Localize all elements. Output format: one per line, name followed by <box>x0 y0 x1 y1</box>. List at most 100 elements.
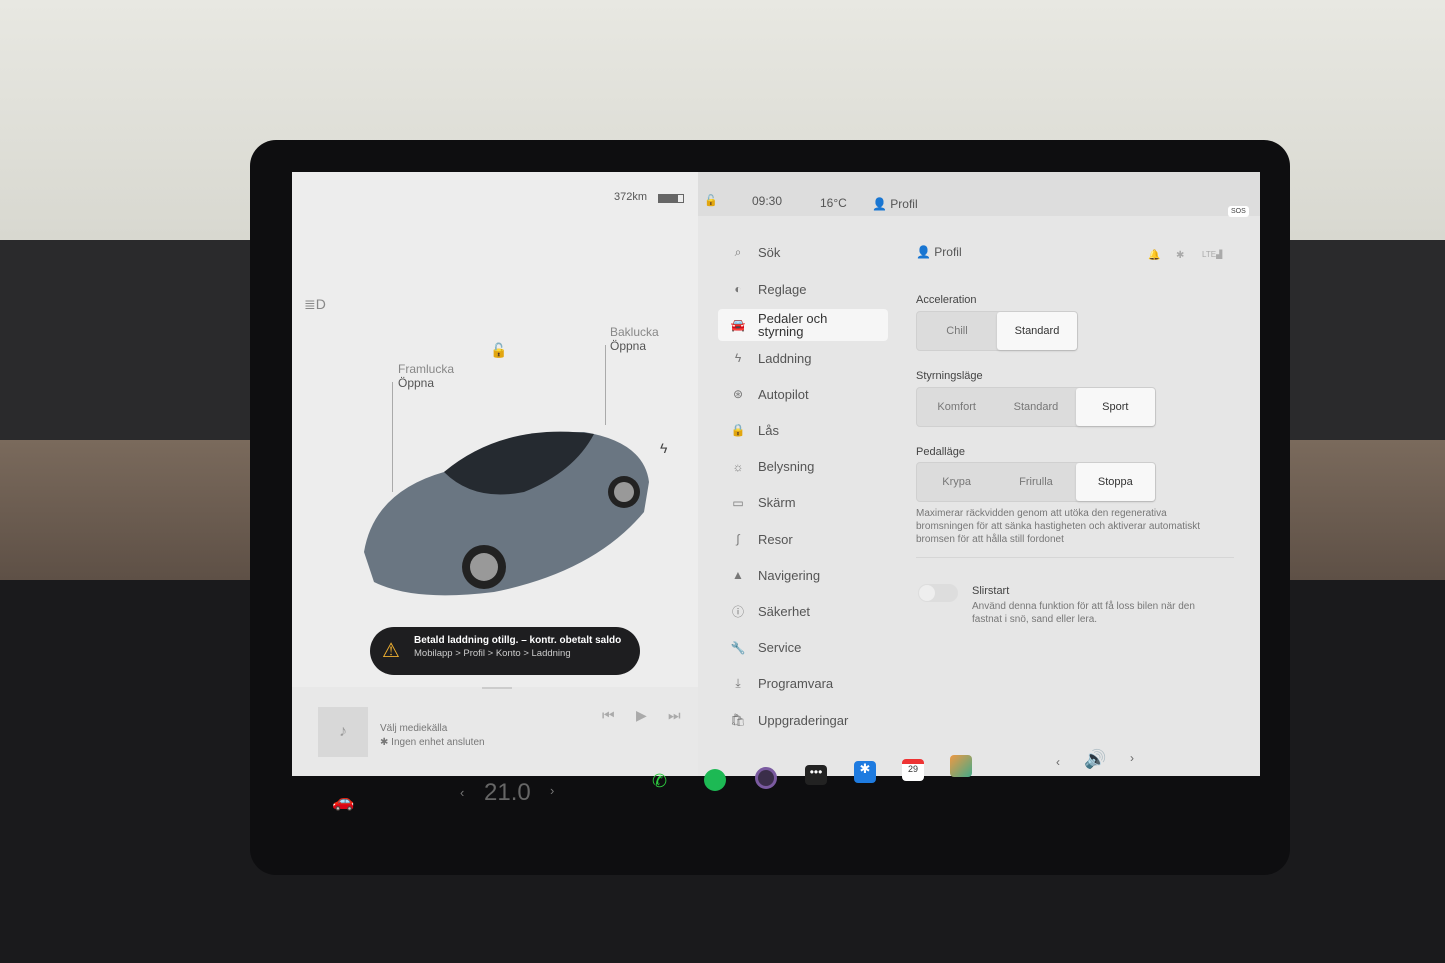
menu-item-11[interactable]: 🔧 Service <box>718 632 888 664</box>
phone-icon[interactable]: ✆ <box>652 771 667 792</box>
media-device-text: Ingen enhet ansluten <box>391 737 485 748</box>
alert-title: Betald laddning otillg. – kontr. obetalt… <box>414 635 622 646</box>
sun-icon: ☼ <box>732 459 744 474</box>
trunk-action: Öppna <box>610 339 647 353</box>
safety-icon: ⓘ <box>731 604 744 619</box>
volume-up-chevron-icon[interactable]: › <box>1130 751 1134 765</box>
pedal-option-frirulla[interactable]: Frirulla <box>996 463 1075 501</box>
steering-wheel-icon: ⊛ <box>732 387 744 402</box>
bag-icon: 🛍 <box>730 713 746 727</box>
menu-item-0[interactable]: ⌕ Sök <box>718 236 888 268</box>
music-note-icon[interactable]: ♪ <box>318 707 368 757</box>
download-icon: ⤓ <box>735 676 741 691</box>
navigation-icon: ▲ <box>732 568 744 583</box>
acceleration-option-standard[interactable]: Standard <box>997 312 1077 350</box>
battery-icon <box>658 194 684 203</box>
menu-item-label: Lås <box>758 422 779 438</box>
menu-item-label: Programvara <box>758 676 834 692</box>
menu-item-label: Service <box>758 640 802 656</box>
volume-down-chevron-icon[interactable]: ‹ <box>1056 755 1060 769</box>
acceleration-selector: Chill Standard <box>916 311 1078 351</box>
media-device: ✱ Ingen enhet ansluten <box>380 737 485 748</box>
headlight-icon[interactable]: ≣D <box>304 296 326 313</box>
toybox-icon[interactable] <box>950 755 972 777</box>
charging-alert: ⚠ Betald laddning otillg. – kontr. obeta… <box>370 627 640 675</box>
spotify-icon[interactable] <box>704 769 726 791</box>
touchscreen: 372km ≣D 🔓 Framlucka Öppna Baklucka Öppn… <box>292 172 1260 776</box>
bluetooth-app-icon[interactable]: ✱ <box>854 761 876 783</box>
previous-track-icon[interactable]: ⏮ <box>602 707 615 724</box>
alert-path: Mobilapp > Profil > Konto > Laddning <box>414 648 571 659</box>
temp-up-chevron-icon[interactable]: › <box>550 783 554 798</box>
menu-item-5[interactable]: 🔒 Lås <box>718 414 888 446</box>
unlock-icon[interactable]: 🔓 <box>490 342 507 359</box>
temp-down-chevron-icon[interactable]: ‹ <box>460 785 464 800</box>
outside-temp: 16°C <box>820 196 847 210</box>
taskbar: 🚗 ‹ 21.0 › ✆ ••• ✱ 29 ‹ 🔊 › <box>300 749 1260 815</box>
settings-header-label: Profil <box>934 245 962 259</box>
status-bar: 🔓 09:30 16°C 👤 Profil SOS <box>698 172 1260 217</box>
slirstart-description: Använd denna funktion för att få loss bi… <box>972 601 1195 625</box>
pedal-label: Pedalläge <box>916 446 965 458</box>
pedal-option-stoppa[interactable]: Stoppa <box>1075 463 1155 501</box>
steering-option-sport[interactable]: Sport <box>1075 388 1155 426</box>
steering-selector: Komfort Standard Sport <box>916 387 1156 427</box>
profile-button[interactable]: 👤 Profil <box>872 197 918 211</box>
car-icon: 🚘 <box>730 317 746 332</box>
more-apps-icon[interactable]: ••• <box>805 765 827 785</box>
media-source[interactable]: Välj mediekälla <box>380 723 447 734</box>
menu-item-label: Säkerhet <box>758 603 811 619</box>
slirstart-toggle[interactable] <box>918 584 958 602</box>
menu-item-9[interactable]: ▲ Navigering <box>718 559 888 591</box>
next-track-icon[interactable]: ⏭ <box>668 707 681 724</box>
menu-item-1[interactable]: ◐ Reglage <box>718 273 888 305</box>
car-panel: 372km ≣D 🔓 Framlucka Öppna Baklucka Öppn… <box>292 172 698 776</box>
acceleration-option-chill[interactable]: Chill <box>917 312 997 350</box>
wrench-icon: 🔧 <box>730 640 746 655</box>
settings-profile-header: 👤 Profil <box>916 245 962 259</box>
menu-item-4[interactable]: ⊛ Autopilot <box>718 378 888 410</box>
bluetooth-icon[interactable]: ✱ <box>1176 250 1184 261</box>
frunk-label: Framlucka <box>398 362 455 376</box>
play-icon[interactable]: ▶ <box>636 707 647 724</box>
menu-item-3[interactable]: ϟ Laddning <box>718 342 888 374</box>
calendar-icon[interactable]: 29 <box>902 759 924 781</box>
menu-item-label: Pedaler och styrning <box>758 311 828 339</box>
trunk-button[interactable]: Baklucka Öppna <box>610 325 659 353</box>
toggle-icon: ◐ <box>734 282 742 296</box>
trips-icon: ∫ <box>736 532 740 546</box>
notification-bell-icon[interactable]: 🔔 <box>1148 250 1160 261</box>
menu-item-10[interactable]: ⓘ Säkerhet <box>718 595 888 627</box>
menu-item-6[interactable]: ☼ Belysning <box>718 451 888 483</box>
menu-item-label: Uppgraderingar <box>758 712 849 728</box>
steering-option-komfort[interactable]: Komfort <box>917 388 996 426</box>
menu-item-13[interactable]: 🛍 Uppgraderingar <box>718 704 888 736</box>
menu-item-8[interactable]: ∫ Resor <box>718 523 888 555</box>
steering-option-standard[interactable]: Standard <box>996 388 1075 426</box>
profile-label: Profil <box>890 197 918 211</box>
camera-icon[interactable] <box>755 767 777 789</box>
search-icon: ⌕ <box>734 244 742 259</box>
cabin-temperature[interactable]: 21.0 <box>484 779 531 807</box>
car-icon[interactable]: 🚗 <box>332 791 354 812</box>
pedal-description: Maximerar räckvidden genom att utöka den… <box>916 508 1201 545</box>
pedal-option-krypa[interactable]: Krypa <box>917 463 996 501</box>
menu-item-12[interactable]: ⤓ Programvara <box>718 668 888 700</box>
trunk-label: Baklucka <box>610 325 659 339</box>
sos-button[interactable]: SOS <box>1228 206 1249 217</box>
menu-item-label: Reglage <box>758 281 807 297</box>
lock-status-icon[interactable]: 🔓 <box>704 194 718 207</box>
clock: 09:30 <box>752 194 783 208</box>
frunk-button[interactable]: Framlucka Öppna <box>398 362 454 390</box>
warning-icon: ⚠ <box>382 640 400 662</box>
slirstart-label: Slirstart <box>972 585 1010 597</box>
menu-item-label: Resor <box>758 531 793 547</box>
charge-port-icon[interactable]: ϟ <box>660 440 667 456</box>
volume-icon[interactable]: 🔊 <box>1084 749 1106 770</box>
menu-item-2[interactable]: 🚘 Pedaler och styrning <box>718 309 888 341</box>
drag-handle[interactable] <box>482 687 512 689</box>
acceleration-label: Acceleration <box>916 294 977 306</box>
menu-item-label: Autopilot <box>758 386 809 402</box>
menu-item-7[interactable]: ▭ Skärm <box>718 487 888 519</box>
display-icon: ▭ <box>732 495 744 510</box>
